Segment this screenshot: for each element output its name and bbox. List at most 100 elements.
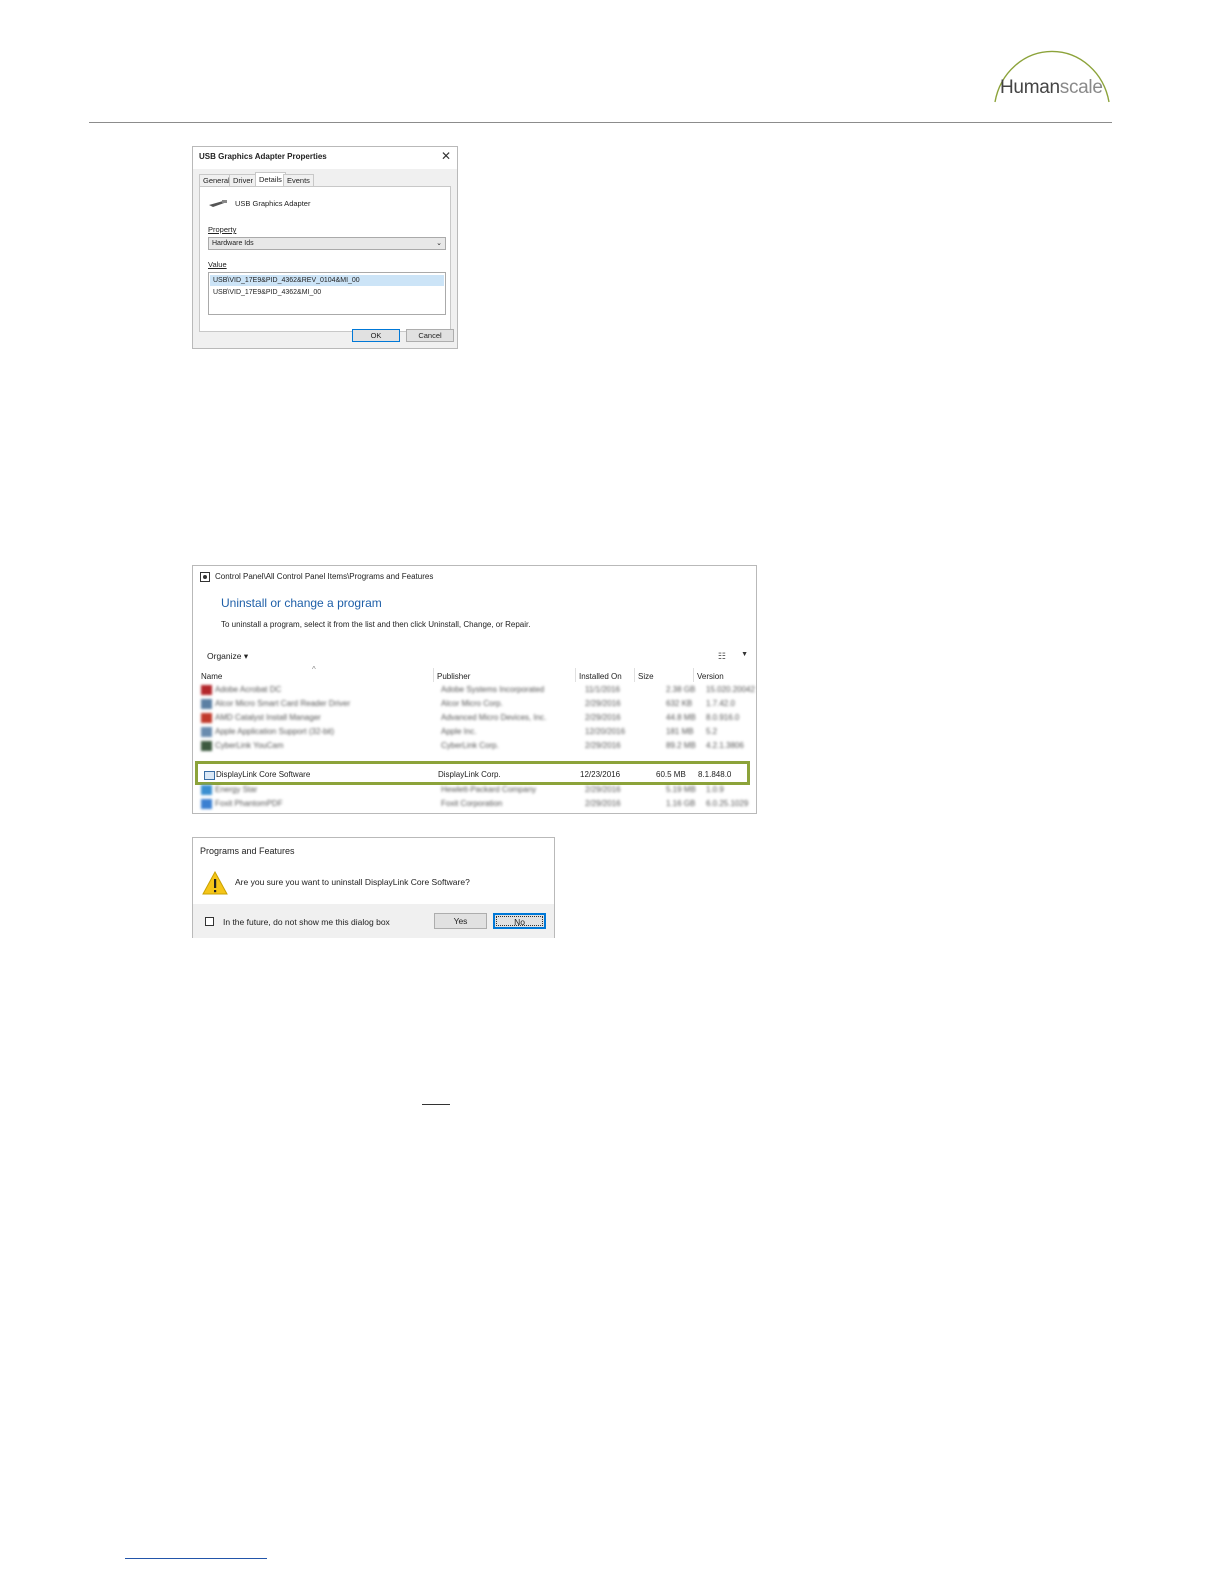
address-path[interactable]: Control Panel\All Control Panel Items\Pr… — [215, 572, 433, 581]
column-header-publisher[interactable]: Publisher — [437, 672, 470, 681]
cancel-button[interactable]: Cancel — [406, 329, 454, 342]
logo-text-light: scale — [1059, 77, 1103, 98]
row-publisher: CyberLink Corp. — [441, 741, 499, 750]
row-version: 1.0.9 — [706, 785, 724, 794]
device-name: USB Graphics Adapter — [235, 199, 311, 208]
value-label: Value — [208, 260, 227, 269]
toolbar: Organize ▾ ☷ ▼ — [193, 646, 756, 668]
row-version: 4.2.1.3806 — [706, 741, 744, 750]
program-icon — [201, 799, 212, 809]
row-version: 6.0.25.1029 — [706, 799, 749, 808]
row-date: 2/29/2016 — [585, 713, 621, 722]
column-separator — [575, 668, 576, 682]
header-divider — [89, 122, 1112, 123]
dialog-title: USB Graphics Adapter Properties — [199, 152, 327, 161]
humanscale-logo: Humanscale — [990, 34, 1114, 104]
table-row[interactable]: Alcor Micro Smart Card Reader Driver Alc… — [201, 697, 751, 711]
table-row[interactable]: Foxit PhantomPDF Foxit Corporation 2/29/… — [201, 797, 751, 811]
program-icon — [201, 699, 212, 709]
page-title: Uninstall or change a program — [221, 596, 382, 610]
property-select-value: Hardware Ids — [212, 240, 254, 247]
column-separator — [433, 668, 434, 682]
highlight-frame — [195, 761, 750, 785]
row-date: 12/20/2016 — [585, 727, 626, 736]
dialog-footer: In the future, do not show me this dialo… — [193, 904, 554, 938]
value-list-item[interactable]: USB\VID_17E9&PID_4362&MI_00 — [213, 287, 321, 298]
footer-link-underline[interactable] — [125, 1558, 267, 1559]
row-name: Apple Application Support (32-bit) — [215, 727, 335, 736]
column-header-size[interactable]: Size — [638, 672, 654, 681]
row-date: 2/29/2016 — [585, 741, 621, 750]
program-icon — [201, 741, 212, 751]
details-panel: USB Graphics Adapter Property Hardware I… — [199, 186, 451, 332]
yes-button[interactable]: Yes — [434, 913, 487, 929]
tab-details[interactable]: Details — [255, 172, 286, 187]
chevron-down-icon: ⌄ — [436, 240, 442, 247]
value-list-item-selected[interactable]: USB\VID_17E9&PID_4362&REV_0104&MI_00 — [210, 275, 444, 286]
row-name: Energy Star — [215, 785, 258, 794]
logo-text-dark: Human — [1000, 77, 1060, 98]
row-publisher: Advanced Micro Devices, Inc. — [441, 713, 547, 722]
dont-show-label[interactable]: In the future, do not show me this dialo… — [223, 917, 390, 927]
usb-adapter-icon — [209, 200, 227, 207]
view-options-icon[interactable]: ☷ — [718, 651, 726, 662]
table-row[interactable]: Adobe Acrobat DC Adobe Systems Incorpora… — [201, 683, 755, 697]
dont-show-checkbox[interactable] — [205, 917, 214, 926]
column-header-installed-on[interactable]: Installed On — [579, 672, 622, 681]
dialog-titlebar: USB Graphics Adapter Properties ✕ — [193, 147, 457, 169]
row-publisher: Hewlett-Packard Company — [441, 785, 537, 794]
tab-events[interactable]: Events — [283, 174, 314, 186]
row-size: 5.19 MB — [666, 785, 696, 794]
organize-menu-button[interactable]: Organize ▾ — [207, 651, 248, 662]
text-underline-fragment — [422, 1104, 450, 1105]
sort-caret-icon: ^ — [312, 665, 316, 674]
row-version: 8.0.916.0 — [706, 713, 740, 722]
row-publisher: Adobe Systems Incorporated — [441, 685, 545, 694]
row-size: 44.8 MB — [666, 713, 696, 722]
row-date: 2/29/2016 — [585, 785, 621, 794]
row-name: Foxit PhantomPDF — [215, 799, 283, 808]
table-row[interactable]: CyberLink YouCam CyberLink Corp. 2/29/20… — [201, 739, 751, 753]
uninstall-confirm-dialog: Programs and Features Are you sure you w… — [192, 837, 555, 938]
row-name: CyberLink YouCam — [215, 741, 284, 750]
property-label: Property — [208, 225, 237, 234]
no-button[interactable]: No — [493, 913, 546, 929]
dialog-title: Programs and Features — [200, 846, 295, 856]
row-publisher: Apple Inc. — [441, 727, 477, 736]
row-size: 2.38 GB — [666, 685, 696, 694]
column-separator — [634, 668, 635, 682]
column-header-name[interactable]: Name — [201, 672, 222, 681]
program-icon — [201, 713, 212, 723]
programs-and-features-window: Control Panel\All Control Panel Items\Pr… — [192, 565, 757, 814]
row-name: AMD Catalyst Install Manager — [215, 713, 321, 722]
table-row[interactable]: AMD Catalyst Install Manager Advanced Mi… — [201, 711, 751, 725]
close-icon[interactable]: ✕ — [441, 149, 451, 163]
device-properties-dialog: USB Graphics Adapter Properties ✕ Genera… — [192, 146, 458, 349]
column-header-version[interactable]: Version — [697, 672, 724, 681]
row-size: 89.2 MB — [666, 741, 696, 750]
column-separator — [693, 668, 694, 682]
ok-button[interactable]: OK — [352, 329, 400, 342]
row-version: 5.2 — [706, 727, 718, 736]
control-panel-icon — [200, 572, 210, 582]
program-icon — [201, 685, 212, 695]
program-icon — [201, 727, 212, 737]
program-icon — [201, 785, 212, 795]
tab-driver[interactable]: Driver — [229, 174, 257, 186]
property-select[interactable]: Hardware Ids ⌄ — [208, 237, 446, 250]
row-size: 1.16 GB — [666, 799, 696, 808]
logo-wordmark: Humanscale — [1000, 77, 1103, 99]
table-row[interactable]: Energy Star Hewlett-Packard Company 2/29… — [201, 783, 751, 797]
value-list[interactable]: USB\VID_17E9&PID_4362&REV_0104&MI_00 USB… — [208, 272, 446, 315]
row-publisher: Alcor Micro Corp. — [441, 699, 503, 708]
row-name: Adobe Acrobat DC — [215, 685, 282, 694]
chevron-down-icon[interactable]: ▼ — [741, 651, 748, 658]
row-publisher: Foxit Corporation — [441, 799, 503, 808]
row-date: 2/29/2016 — [585, 799, 621, 808]
table-row[interactable]: Apple Application Support (32-bit) Apple… — [201, 725, 751, 739]
row-date: 2/29/2016 — [585, 699, 621, 708]
warning-icon — [202, 871, 228, 895]
row-size: 181 MB — [666, 727, 694, 736]
row-name: Alcor Micro Smart Card Reader Driver — [215, 699, 351, 708]
row-version: 1.7.42.0 — [706, 699, 735, 708]
